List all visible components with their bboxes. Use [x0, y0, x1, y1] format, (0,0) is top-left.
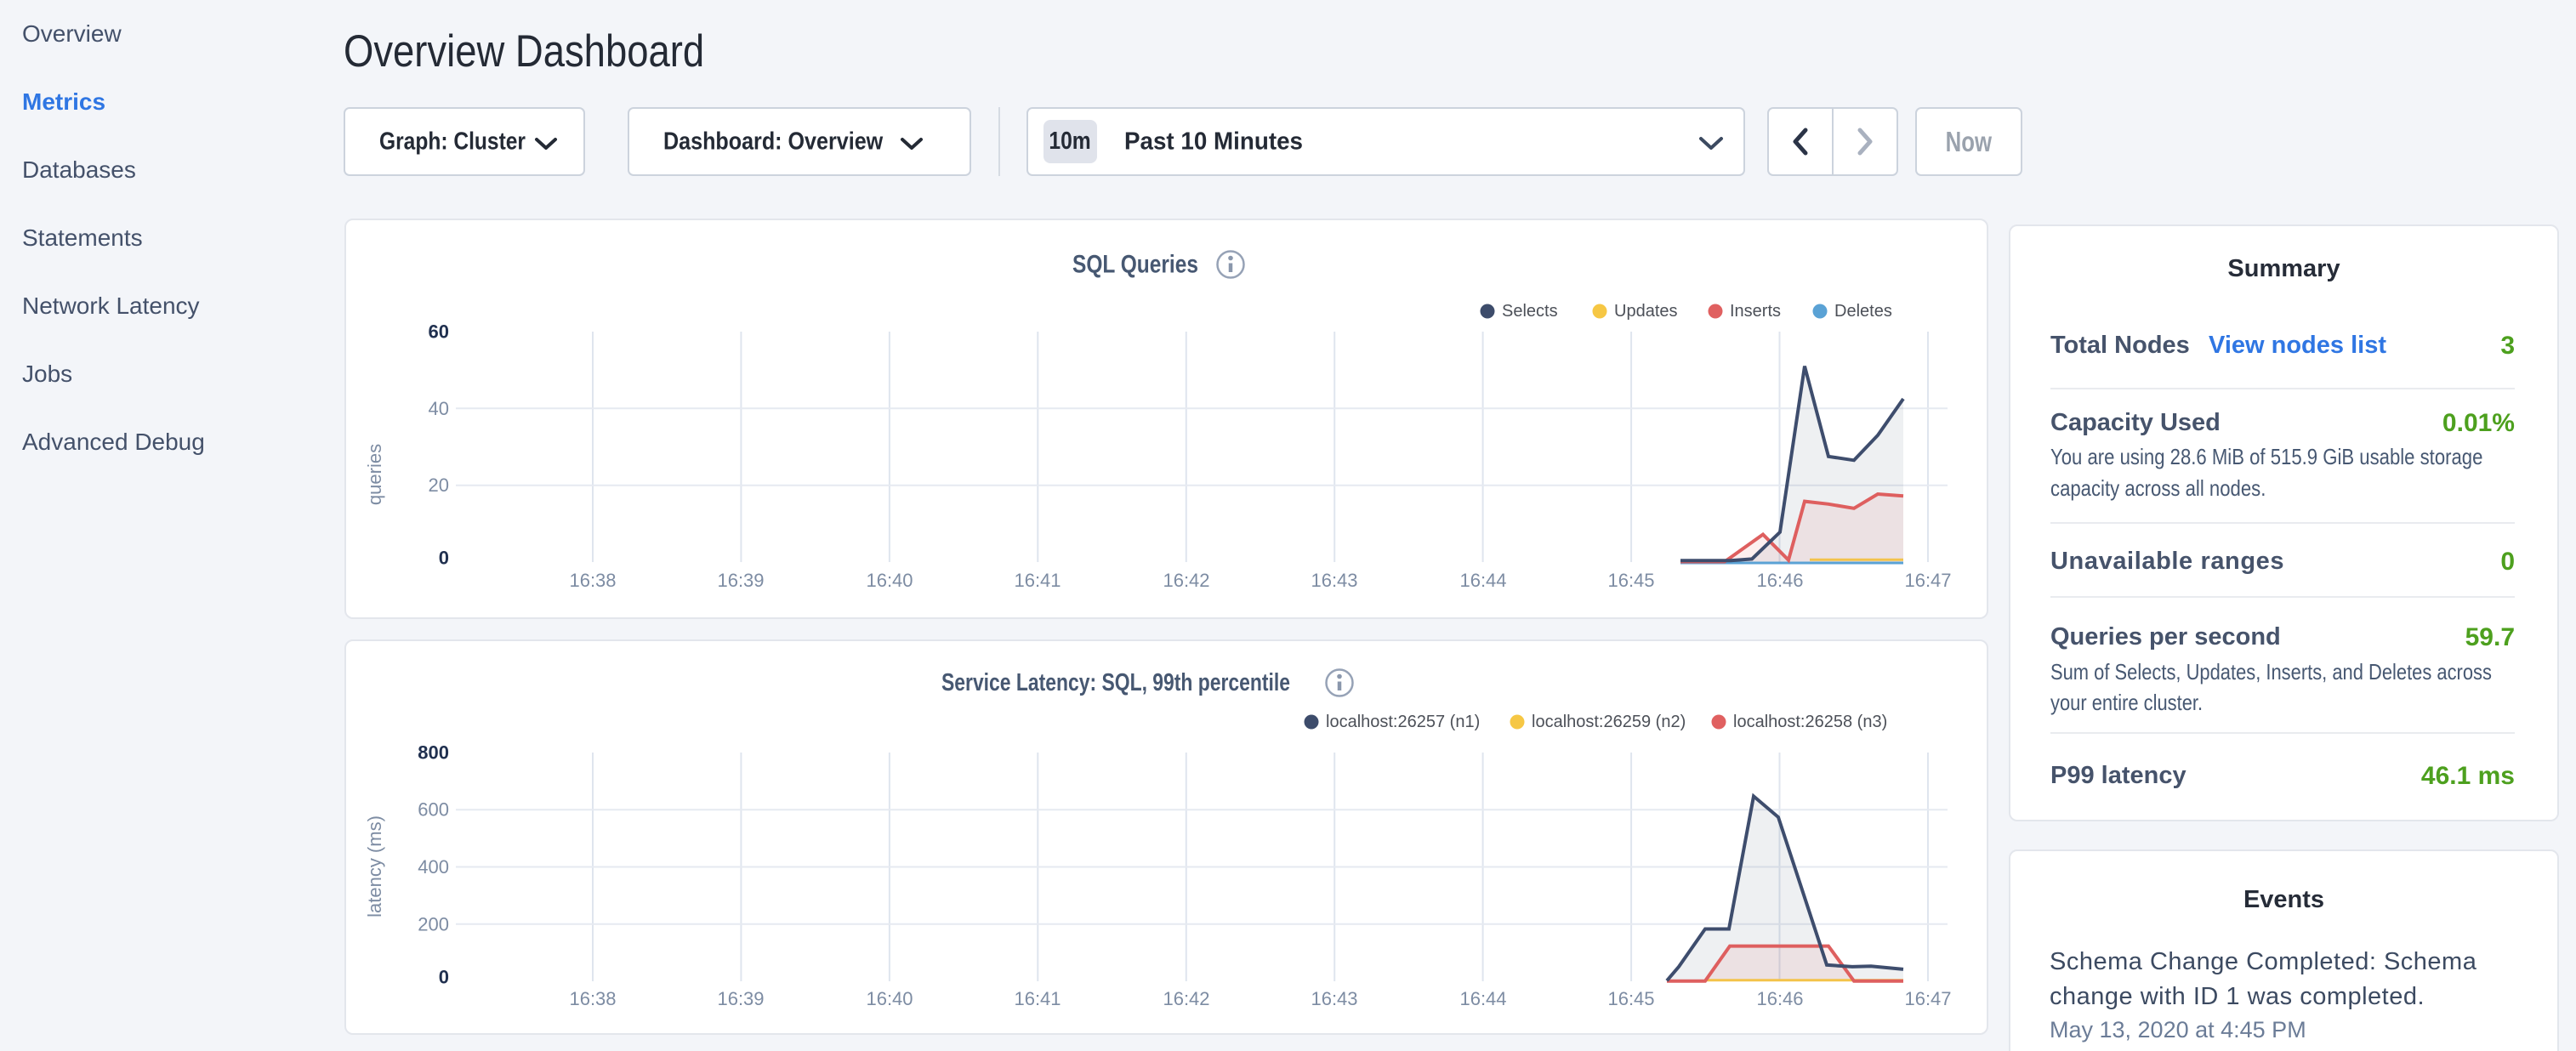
svg-text:16:38: 16:38 — [569, 988, 616, 1009]
svg-text:16:44: 16:44 — [1459, 570, 1506, 591]
svg-text:localhost:26259 (n2): localhost:26259 (n2) — [1532, 713, 1686, 731]
svg-text:20: 20 — [429, 474, 449, 496]
svg-text:400: 400 — [418, 856, 449, 878]
svg-text:16:40: 16:40 — [866, 988, 913, 1009]
svg-text:16:40: 16:40 — [866, 570, 913, 591]
svg-text:16:46: 16:46 — [1756, 570, 1803, 591]
svg-text:16:45: 16:45 — [1607, 988, 1654, 1009]
svg-text:latency (ms): latency (ms) — [364, 815, 385, 917]
svg-text:Selects: Selects — [1502, 302, 1558, 321]
svg-text:localhost:26258 (n3): localhost:26258 (n3) — [1733, 713, 1887, 731]
svg-text:16:42: 16:42 — [1163, 988, 1209, 1009]
svg-text:Updates: Updates — [1614, 302, 1678, 321]
svg-text:800: 800 — [418, 742, 449, 764]
svg-text:Inserts: Inserts — [1730, 302, 1781, 321]
svg-text:16:41: 16:41 — [1014, 988, 1061, 1009]
svg-text:queries: queries — [364, 444, 385, 505]
svg-text:Deletes: Deletes — [1834, 302, 1892, 321]
svg-text:40: 40 — [429, 398, 449, 419]
svg-text:16:44: 16:44 — [1459, 988, 1506, 1009]
svg-text:16:47: 16:47 — [1904, 988, 1951, 1009]
svg-text:0: 0 — [439, 967, 449, 988]
svg-text:16:43: 16:43 — [1311, 570, 1357, 591]
svg-text:0: 0 — [439, 548, 449, 569]
svg-text:SQL Queries: SQL Queries — [1072, 251, 1198, 279]
svg-text:16:38: 16:38 — [569, 570, 616, 591]
svg-text:16:39: 16:39 — [717, 988, 764, 1009]
svg-text:16:43: 16:43 — [1311, 988, 1357, 1009]
svg-text:600: 600 — [418, 799, 449, 821]
svg-text:60: 60 — [429, 321, 449, 343]
svg-text:16:45: 16:45 — [1607, 570, 1654, 591]
svg-text:16:42: 16:42 — [1163, 570, 1209, 591]
svg-text:16:41: 16:41 — [1014, 570, 1061, 591]
svg-text:200: 200 — [418, 913, 449, 935]
svg-text:16:39: 16:39 — [717, 570, 764, 591]
svg-text:16:46: 16:46 — [1756, 988, 1803, 1009]
svg-text:16:47: 16:47 — [1904, 570, 1951, 591]
svg-text:Service Latency: SQL, 99th per: Service Latency: SQL, 99th percentile — [941, 669, 1290, 696]
svg-text:localhost:26257 (n1): localhost:26257 (n1) — [1326, 713, 1480, 731]
